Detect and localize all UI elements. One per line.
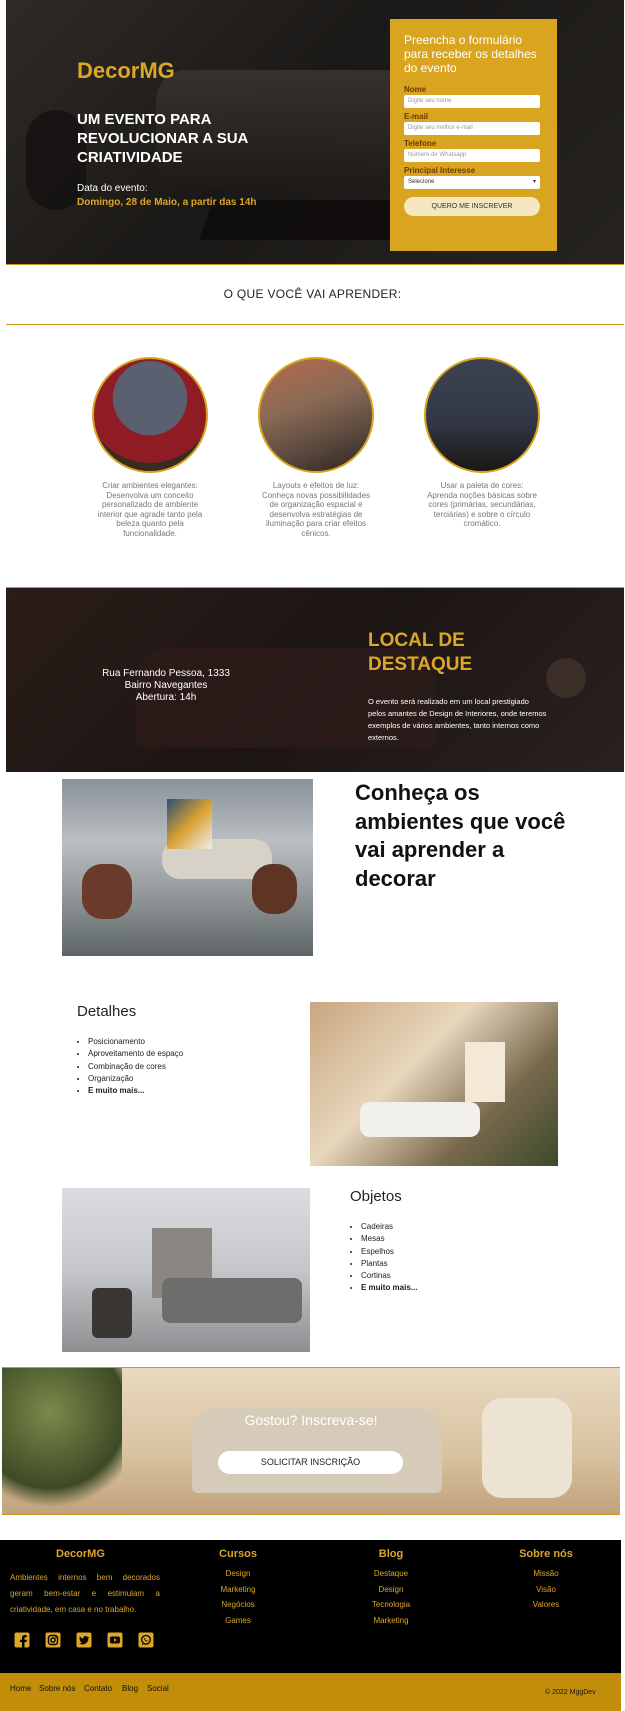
learn-caption-1: Criar ambientes elegantes: Desenvolva um… xyxy=(97,481,203,538)
name-field[interactable]: Digite seu nome xyxy=(404,95,540,108)
objects-list: Cadeiras Mesas Espelhos Plantas Cortinas… xyxy=(361,1221,417,1295)
divider-line xyxy=(6,324,624,325)
footer: DecorMG Ambientes internos bem decorados… xyxy=(0,1540,621,1673)
details-title: Detalhes xyxy=(77,1003,137,1020)
list-item: E muito mais... xyxy=(88,1085,183,1097)
list-item: Mesas xyxy=(361,1233,417,1245)
modern-living-room-image xyxy=(62,779,313,956)
divider-line xyxy=(6,264,624,265)
learn-section-title: O QUE VOCÊ VAI APRENDER: xyxy=(223,287,402,301)
name-label: Nome xyxy=(404,85,427,94)
interest-label: Principal Interesse xyxy=(404,166,476,175)
hero-date-label: Data do evento: xyxy=(77,183,148,194)
dining-room-dark-image xyxy=(424,357,540,473)
list-item: Posicionamento xyxy=(88,1036,183,1048)
signup-form: Preencha o formulário para receber os de… xyxy=(390,19,557,251)
gray-living-room-image xyxy=(62,1188,310,1352)
phone-field[interactable]: Número de Whatsapp xyxy=(404,149,540,162)
twitter-icon[interactable] xyxy=(76,1632,92,1648)
cta-section: Gostou? Inscreva-se! SOLICITAR INSCRIÇÃO xyxy=(2,1367,620,1515)
footer-column-sobre: Sobre nós Missão Visão Valores xyxy=(496,1548,596,1613)
cta-title: Gostou? Inscreva-se! xyxy=(244,1412,378,1428)
location-section: Rua Fernando Pessoa, 1333 Bairro Navegan… xyxy=(6,587,624,772)
footer-column-blog: Blog Destaque Design Tecnologia Marketin… xyxy=(341,1548,441,1629)
footer-column-cursos: Cursos Design Marketing Negócios Games xyxy=(188,1548,288,1629)
instagram-icon[interactable] xyxy=(45,1632,61,1648)
subscribe-button[interactable]: QUERO ME INSCREVER xyxy=(404,197,540,216)
whatsapp-icon[interactable] xyxy=(138,1632,154,1648)
bottom-nav-home[interactable]: Home xyxy=(10,1684,31,1693)
footer-link[interactable]: Design xyxy=(188,1566,288,1582)
request-signup-button[interactable]: SOLICITAR INSCRIÇÃO xyxy=(218,1451,403,1474)
interest-select[interactable]: Selecione ▾ xyxy=(404,176,540,189)
form-title: Preencha o formulário para receber os de… xyxy=(404,33,537,75)
footer-link[interactable]: Negócios xyxy=(188,1597,288,1613)
email-field[interactable]: Digite seu melhor e-mail xyxy=(404,122,540,135)
facebook-icon[interactable] xyxy=(14,1632,30,1648)
chevron-down-icon: ▾ xyxy=(532,179,536,185)
footer-link[interactable]: Design xyxy=(341,1582,441,1598)
details-list: Posicionamento Aproveitamento de espaço … xyxy=(88,1036,183,1097)
list-item: E muito mais... xyxy=(361,1282,417,1294)
phone-label: Telefone xyxy=(404,139,437,148)
footer-column-title: Blog xyxy=(378,1548,404,1560)
footer-link[interactable]: Visão xyxy=(496,1582,596,1598)
location-title: LOCAL DE DESTAQUE xyxy=(368,630,473,675)
address-neighborhood: Bairro Navegantes xyxy=(124,680,208,691)
living-room-red-sofa-image xyxy=(92,357,208,473)
footer-link[interactable]: Marketing xyxy=(341,1613,441,1629)
living-room-lighting-image xyxy=(258,357,374,473)
learn-caption-3: Usar a paleta de cores: Aprenda noções b… xyxy=(427,481,537,528)
interest-selected-value: Selecione xyxy=(408,179,435,185)
learn-caption-2: Layouts e efeitos de luz: Conheça novas … xyxy=(261,481,371,538)
bottom-nav-sobre[interactable]: Sobre nós xyxy=(39,1684,75,1693)
list-item: Cortinas xyxy=(361,1270,417,1282)
footer-link[interactable]: Games xyxy=(188,1613,288,1629)
objects-title: Objetos xyxy=(350,1188,402,1205)
cabin-living-room-image xyxy=(310,1002,558,1166)
list-item: Cadeiras xyxy=(361,1221,417,1233)
location-description: O evento será realizado em um local pres… xyxy=(368,697,547,742)
list-item: Espelhos xyxy=(361,1246,417,1258)
address-street: Rua Fernando Pessoa, 1333 xyxy=(102,668,230,679)
footer-description: Ambientes internos bem decorados geram b… xyxy=(10,1573,160,1614)
bottom-nav-blog[interactable]: Blog xyxy=(122,1684,138,1693)
footer-link[interactable]: Missão xyxy=(496,1566,596,1582)
copyright: © 2022 MggDev xyxy=(545,1689,596,1696)
email-label: E-mail xyxy=(404,112,429,121)
footer-link[interactable]: Tecnologia xyxy=(341,1597,441,1613)
footer-link[interactable]: Valores xyxy=(496,1597,596,1613)
bottom-nav-social[interactable]: Social xyxy=(147,1684,169,1693)
hero-logo: DecorMG xyxy=(77,58,175,83)
list-item: Organização xyxy=(88,1073,183,1085)
youtube-icon[interactable] xyxy=(107,1632,123,1648)
location-address: Rua Fernando Pessoa, 1333 Bairro Navegan… xyxy=(76,668,256,704)
bottom-nav-contato[interactable]: Contato xyxy=(84,1684,112,1693)
footer-column-title: Sobre nós xyxy=(519,1548,573,1560)
list-item: Aproveitamento de espaço xyxy=(88,1048,183,1060)
footer-column-title: Cursos xyxy=(219,1548,257,1560)
footer-link[interactable]: Destaque xyxy=(341,1566,441,1582)
list-item: Combinação de cores xyxy=(88,1061,183,1073)
bottom-bar: Home Sobre nós Contato Blog Social © 202… xyxy=(0,1673,621,1711)
location-lamp-shape xyxy=(546,658,586,698)
list-item: Plantas xyxy=(361,1258,417,1270)
rooms-heading: Conheça os ambientes que você vai aprend… xyxy=(355,780,566,891)
footer-link[interactable]: Marketing xyxy=(188,1582,288,1598)
hero-date: Domingo, 28 de Maio, a partir das 14h xyxy=(77,197,257,208)
footer-brand: DecorMG xyxy=(56,1548,105,1560)
hero-headline: UM EVENTO PARA REVOLUCIONAR A SUA CRIATI… xyxy=(77,111,248,166)
address-opening: Abertura: 14h xyxy=(135,692,197,703)
cta-plant-shape xyxy=(2,1368,122,1514)
